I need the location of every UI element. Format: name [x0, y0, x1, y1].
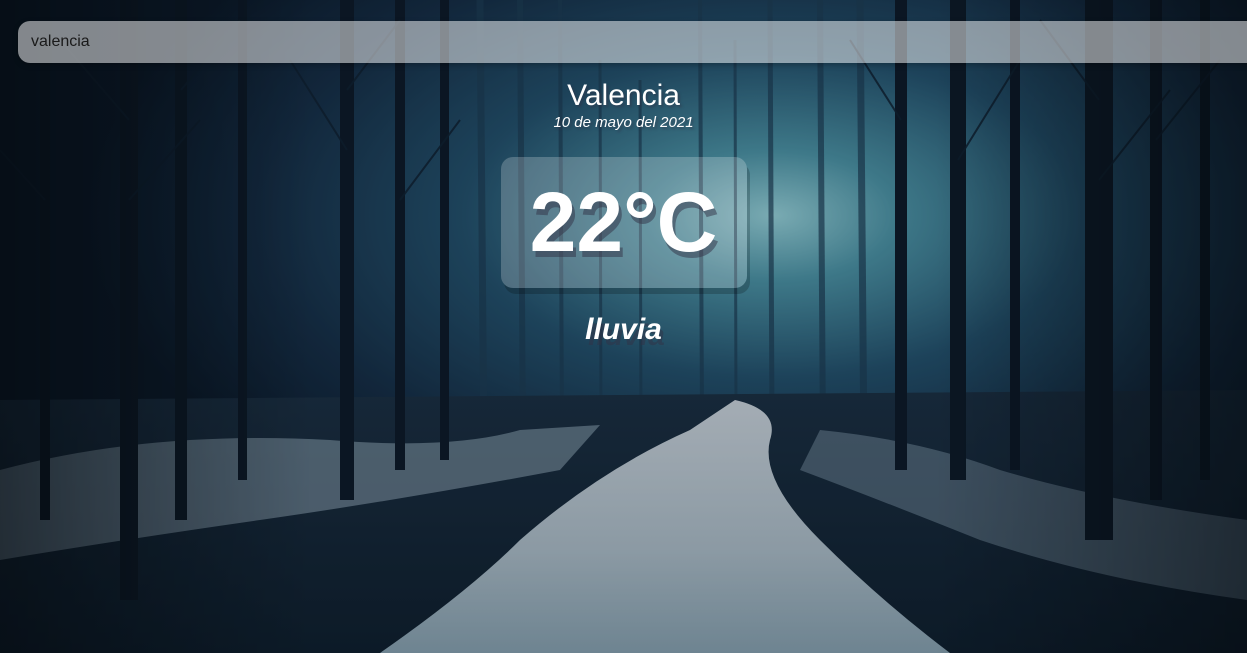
- weather-box: 22°C: [0, 157, 1247, 288]
- location-box: Valencia 10 de mayo del 2021: [0, 78, 1247, 132]
- temperature-display: 22°C: [500, 157, 747, 288]
- weather-condition: lluvia: [585, 313, 662, 346]
- weather-app: Valencia 10 de mayo del 2021 22°C lluvia: [0, 0, 1247, 653]
- date-label: 10 de mayo del 2021: [553, 114, 694, 131]
- city-name: Valencia: [567, 79, 680, 112]
- search-input[interactable]: [18, 21, 1247, 63]
